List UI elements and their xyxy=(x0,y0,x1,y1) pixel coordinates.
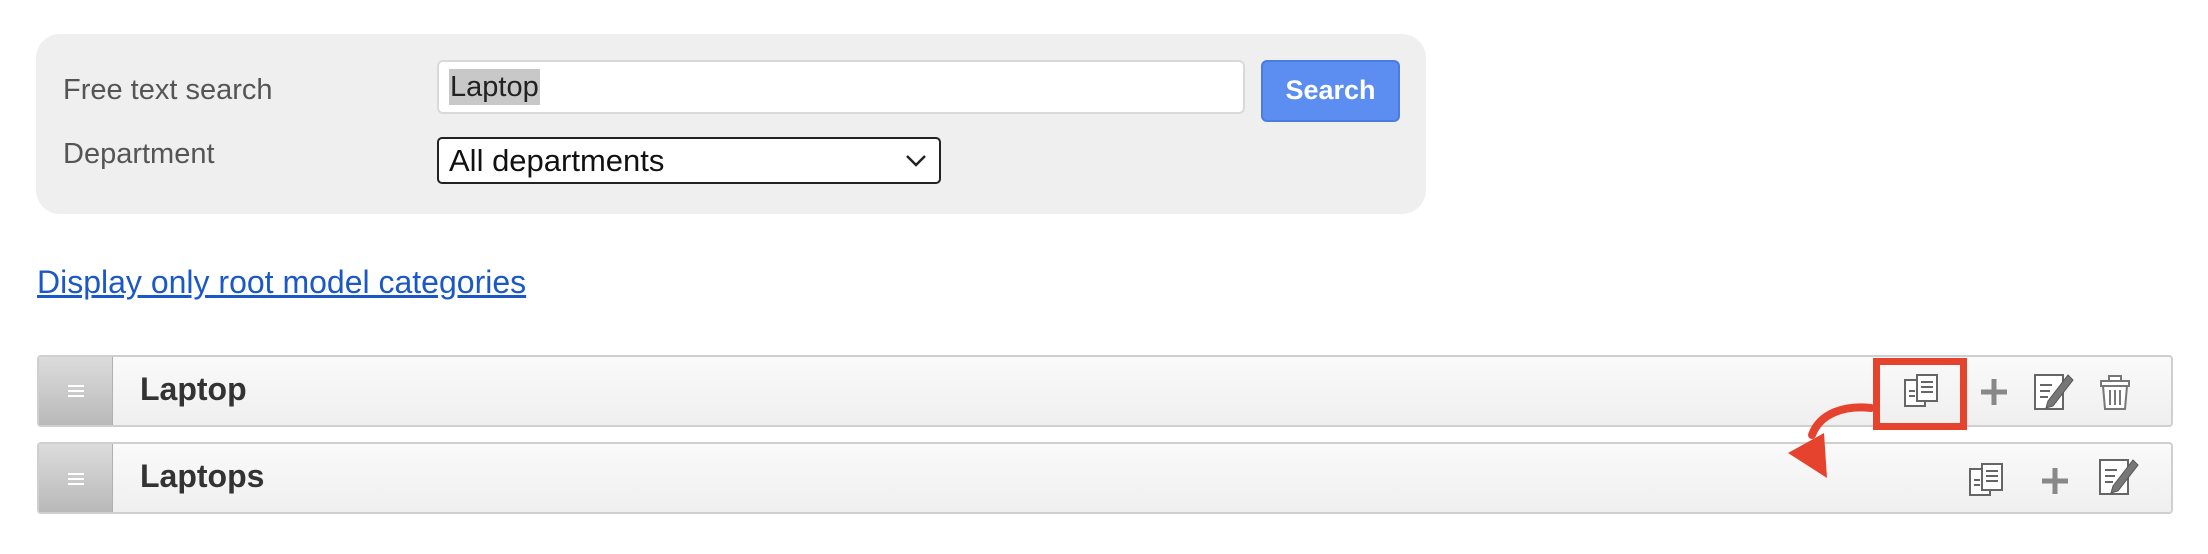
trash-icon[interactable] xyxy=(2092,369,2138,415)
edit-icon[interactable] xyxy=(2030,369,2076,415)
search-input-value: Laptop xyxy=(449,69,540,105)
drag-handle-icon[interactable] xyxy=(39,357,113,425)
category-title: Laptops xyxy=(140,458,265,494)
search-panel: Free text search Laptop Search Departmen… xyxy=(36,34,1426,214)
plus-icon[interactable] xyxy=(1971,369,2017,415)
edit-icon[interactable] xyxy=(2095,454,2141,500)
search-button[interactable]: Search xyxy=(1261,60,1400,122)
department-label: Department xyxy=(63,138,215,170)
department-selected-value: All departments xyxy=(449,143,665,178)
search-input[interactable]: Laptop xyxy=(437,60,1245,114)
root-categories-link[interactable]: Display only root model categories xyxy=(37,264,526,301)
drag-handle-icon[interactable] xyxy=(39,444,113,512)
free-text-search-label: Free text search xyxy=(63,74,273,106)
chevron-down-icon xyxy=(906,155,926,167)
department-select[interactable]: All departments xyxy=(437,137,941,184)
plus-icon[interactable] xyxy=(2032,458,2078,504)
copy-icon[interactable] xyxy=(1964,458,2010,504)
category-title: Laptop xyxy=(140,371,247,407)
annotation-arrow-icon xyxy=(1788,403,1875,478)
